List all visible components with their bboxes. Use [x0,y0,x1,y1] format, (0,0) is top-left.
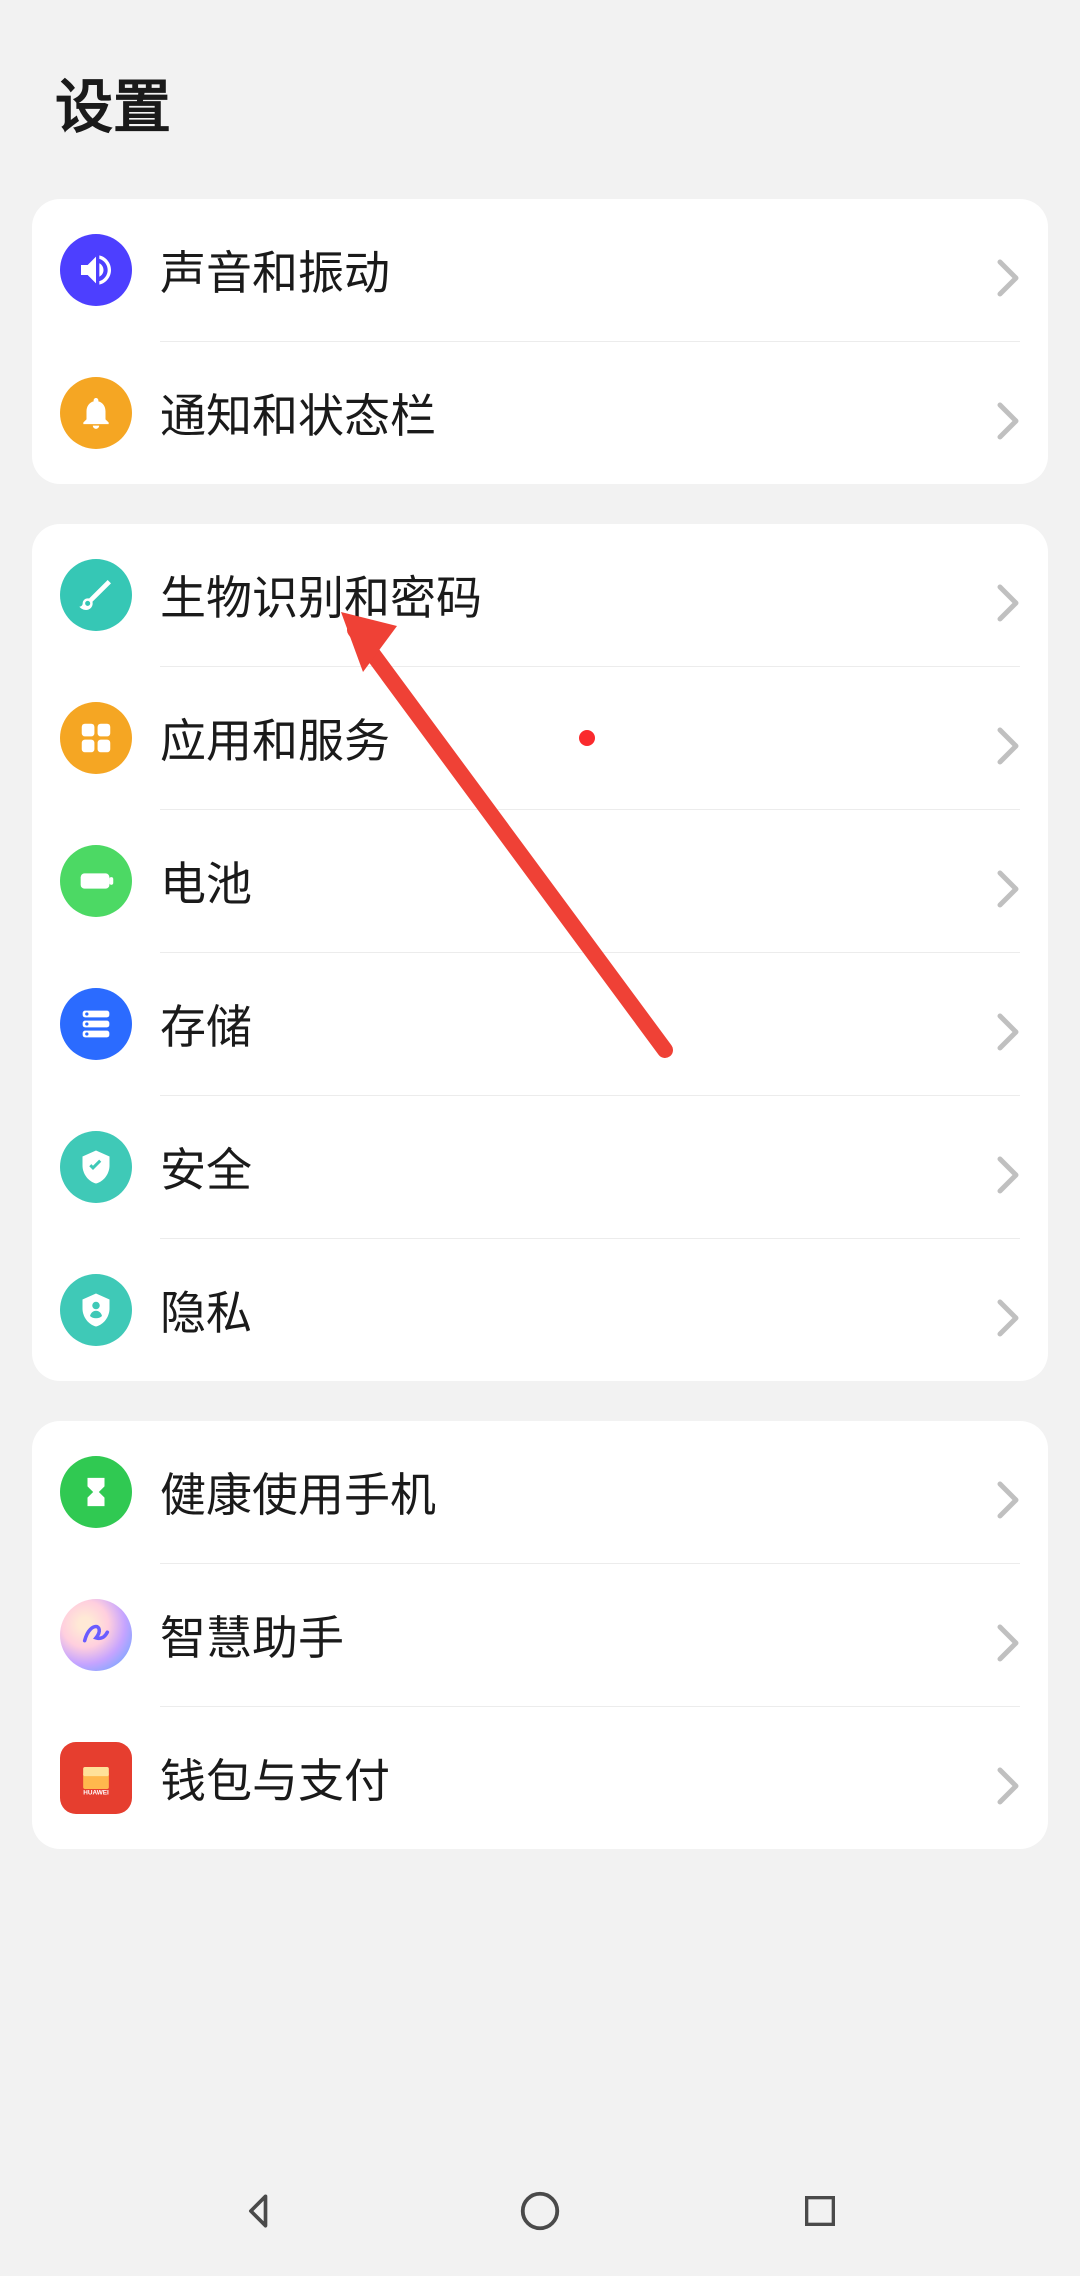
chevron-right-icon [996,1480,1020,1504]
row-label: 应用和服务 [160,705,561,771]
wallet-icon: HUAWEI [60,1742,132,1814]
settings-group-2: 生物识别和密码 应用和服务 [32,524,1048,1381]
nav-home-button[interactable] [512,2183,568,2239]
chevron-right-icon [996,1012,1020,1036]
chevron-right-icon [996,726,1020,750]
row-apps[interactable]: 应用和服务 [32,667,1048,809]
chevron-right-icon [996,869,1020,893]
chevron-right-icon [996,583,1020,607]
row-label: 安全 [160,1134,996,1200]
settings-group-3: 健康使用手机 智慧助手 HUAWEI 钱包与支 [32,1421,1048,1849]
nav-recent-button[interactable] [792,2183,848,2239]
svg-text:HUAWEI: HUAWEI [83,1790,109,1797]
row-battery[interactable]: 电池 [32,810,1048,952]
row-label: 电池 [160,848,996,914]
row-storage[interactable]: 存储 [32,953,1048,1095]
volume-icon [60,234,132,306]
chevron-right-icon [996,1298,1020,1322]
chevron-right-icon [996,1766,1020,1790]
row-label: 隐私 [160,1277,996,1343]
row-label: 健康使用手机 [160,1459,996,1525]
battery-icon [60,845,132,917]
row-label: 声音和振动 [160,237,996,303]
row-label: 生物识别和密码 [160,562,996,628]
row-digital-balance[interactable]: 健康使用手机 [32,1421,1048,1563]
page-title: 设置 [0,0,1080,199]
chevron-right-icon [996,1155,1020,1179]
row-biometrics[interactable]: 生物识别和密码 [32,524,1048,666]
row-smart-assist[interactable]: 智慧助手 [32,1564,1048,1706]
shield-icon [60,1131,132,1203]
row-label: 钱包与支付 [160,1745,996,1811]
row-privacy[interactable]: 隐私 [32,1239,1048,1381]
chevron-right-icon [996,258,1020,282]
storage-icon [60,988,132,1060]
row-label: 智慧助手 [160,1602,996,1668]
notification-dot [579,730,595,746]
hourglass-icon [60,1456,132,1528]
smart-assist-icon [60,1599,132,1671]
privacy-icon [60,1274,132,1346]
chevron-right-icon [996,1623,1020,1647]
grid-icon [60,702,132,774]
nav-back-button[interactable] [232,2183,288,2239]
chevron-right-icon [996,401,1020,425]
row-notifications[interactable]: 通知和状态栏 [32,342,1048,484]
settings-group-1: 声音和振动 通知和状态栏 [32,199,1048,484]
row-wallet[interactable]: HUAWEI 钱包与支付 [32,1707,1048,1849]
key-icon [60,559,132,631]
row-sound[interactable]: 声音和振动 [32,199,1048,341]
system-nav-bar [0,2146,1080,2276]
row-label: 存储 [160,991,996,1057]
row-label: 通知和状态栏 [160,380,996,446]
bell-icon [60,377,132,449]
row-security[interactable]: 安全 [32,1096,1048,1238]
